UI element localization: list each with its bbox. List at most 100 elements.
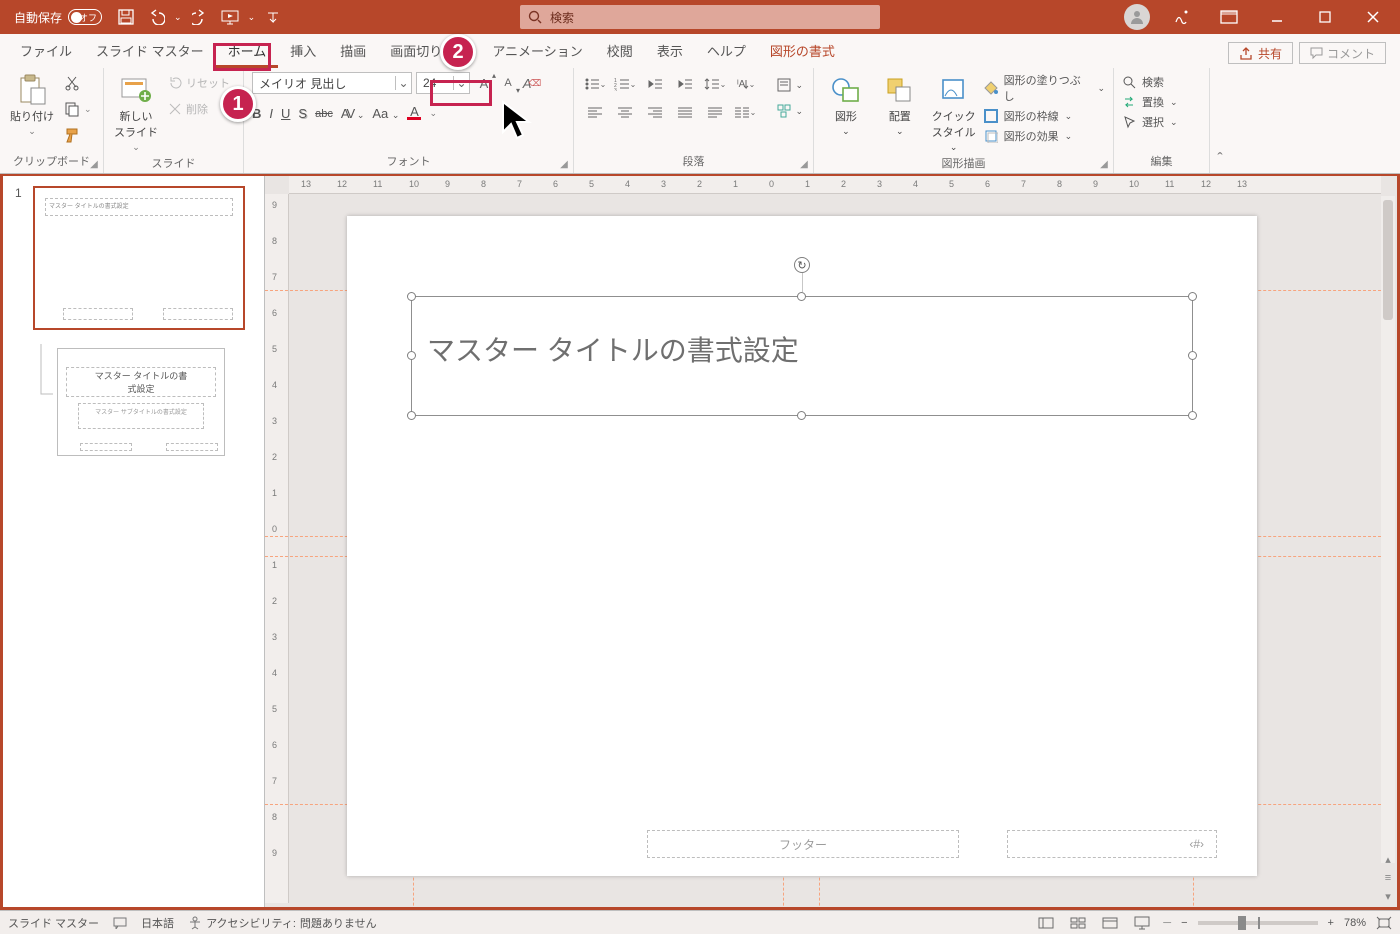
tab-review[interactable]: 校閲 [595,35,645,68]
account-button[interactable] [1124,4,1150,30]
select-button[interactable]: 選択⌄ [1122,114,1178,130]
quick-styles-button[interactable]: クイック スタイル⌄ [930,72,978,153]
maximize-button[interactable] [1302,0,1348,34]
chevron-down-icon[interactable]: ⌄ [429,108,437,119]
font-name-combo[interactable]: メイリオ 見出し ⌄ [252,72,412,94]
tab-view[interactable]: 表示 [645,35,695,68]
replace-button[interactable]: 置換⌄ [1122,94,1178,110]
increase-indent-button[interactable] [672,72,698,96]
next-slide-icon[interactable]: ▾ [1385,890,1391,903]
minimize-button[interactable] [1254,0,1300,34]
align-right-button[interactable] [642,100,668,124]
font-color-button[interactable]: A [407,107,421,120]
comments-button[interactable]: コメント [1299,42,1386,64]
justify-button[interactable] [672,100,698,124]
ribbon-mode-button[interactable] [1206,0,1252,34]
bullets-button[interactable]: ⌄ [582,72,608,96]
paragraph-launcher[interactable]: ◢ [798,158,810,170]
strike-button[interactable]: abc [315,108,333,120]
decrease-indent-button[interactable] [642,72,668,96]
tab-draw[interactable]: 描画 [328,35,378,68]
clipboard-launcher[interactable]: ◢ [88,158,100,170]
share-button[interactable]: 共有 [1228,42,1293,64]
font-size-combo[interactable]: 24 ⌄ [416,72,470,94]
align-text-button[interactable]: ⌄ [775,74,805,96]
tab-file[interactable]: ファイル [8,35,84,68]
status-language[interactable]: 日本語 [141,915,174,931]
shrink-font-button[interactable]: A▾ [498,73,518,93]
search-box[interactable]: 検索 [520,5,880,29]
collapse-ribbon-button[interactable]: ˆ [1210,68,1230,173]
copy-button[interactable]: ⌄ [62,98,94,120]
shapes-button[interactable]: 図形⌄ [822,72,870,137]
thumb-master[interactable]: マスター タイトルの書式設定 [33,186,245,330]
shape-outline-button[interactable]: 図形の枠線⌄ [984,108,1105,124]
footer-placeholder[interactable]: フッター [647,830,959,858]
split-icon[interactable]: ≡ [1385,872,1391,884]
save-button[interactable] [114,5,138,29]
char-spacing-button[interactable]: AV ⌄ [341,106,365,121]
thumbnail-pane[interactable]: 1 マスター タイトルの書式設定 マスター タイトルの書 式設定 マスター サブ… [3,176,265,907]
drawing-launcher[interactable]: ◢ [1098,158,1110,170]
undo-more-icon[interactable]: ⌄ [174,12,182,23]
zoom-slider[interactable] [1198,921,1318,925]
font-launcher[interactable]: ◢ [558,158,570,170]
distribute-button[interactable] [702,100,728,124]
clear-format-button[interactable]: A⌫ [522,73,542,93]
smartart-button[interactable]: ⌄ [775,100,805,122]
cut-button[interactable] [62,72,94,94]
try-features-button[interactable] [1158,0,1204,34]
redo-button[interactable] [188,5,212,29]
zoom-handle[interactable] [1238,916,1246,930]
change-case-button[interactable]: Aa ⌄ [372,106,399,121]
tab-slide-master[interactable]: スライド マスター [84,35,216,68]
thumb-layout-1[interactable]: マスター タイトルの書 式設定 マスター サブタイトルの書式設定 [57,348,225,456]
slide-editor[interactable]: 13121110987654321012345678910111213 9876… [265,176,1397,907]
status-notes-icon[interactable] [113,917,127,929]
shadow-button[interactable]: S [298,106,307,121]
rotate-handle[interactable]: ↻ [794,257,810,273]
align-center-button[interactable] [612,100,638,124]
fit-window-button[interactable] [1376,916,1392,930]
grow-font-button[interactable]: A▴ [474,73,494,93]
align-left-button[interactable] [582,100,608,124]
close-button[interactable] [1350,0,1396,34]
format-painter-button[interactable] [62,124,94,146]
view-slideshow-button[interactable] [1131,914,1153,932]
qat-customize-button[interactable] [261,5,285,29]
slide-canvas[interactable]: ↻ マスター タイトルの書式設定 フッター ‹#› [347,216,1257,876]
vertical-scrollbar[interactable] [1381,196,1395,863]
shape-fill-button[interactable]: 図形の塗りつぶし⌄ [984,72,1105,104]
new-slide-button[interactable]: 新しい スライド ⌄ [112,72,160,153]
view-normal-button[interactable] [1035,914,1057,932]
underline-button[interactable]: U [281,106,290,121]
status-a11y[interactable]: アクセシビリティ: 問題ありません [188,915,377,931]
tab-shape-format[interactable]: 図形の書式 [758,35,847,68]
prev-slide-icon[interactable]: ▴ [1385,853,1391,866]
slideshow-more-icon[interactable]: ⌄ [248,12,256,23]
undo-button[interactable] [144,5,168,29]
zoom-out-button[interactable]: − [1181,917,1187,929]
find-button[interactable]: 検索 [1122,74,1178,90]
view-reading-button[interactable] [1099,914,1121,932]
scrollbar-thumb[interactable] [1383,200,1393,320]
page-number-placeholder[interactable]: ‹#› [1007,830,1217,858]
columns-button[interactable]: ⌄ [732,100,758,124]
shape-effects-button[interactable]: 図形の効果⌄ [984,128,1105,144]
zoom-in-button[interactable]: + [1328,917,1334,929]
zoom-value[interactable]: 78% [1344,917,1366,929]
view-sorter-button[interactable] [1067,914,1089,932]
italic-button[interactable]: I [269,106,273,121]
paste-button[interactable]: 貼り付け ⌄ [8,72,56,137]
numbering-button[interactable]: 123⌄ [612,72,638,96]
title-text[interactable]: マスター タイトルの書式設定 [427,329,799,369]
arrange-button[interactable]: 配置⌄ [876,72,924,137]
tab-help[interactable]: ヘルプ [695,35,758,68]
slideshow-start-button[interactable] [218,5,242,29]
text-direction-button[interactable]: ᴵA⌄ [732,72,758,96]
tab-animations[interactable]: アニメーション [480,35,594,68]
line-spacing-button[interactable]: ⌄ [702,72,728,96]
autosave-toggle[interactable]: 自動保存 オフ [8,9,108,26]
tab-insert[interactable]: 挿入 [278,35,328,68]
tab-home[interactable]: ホーム [216,35,279,68]
